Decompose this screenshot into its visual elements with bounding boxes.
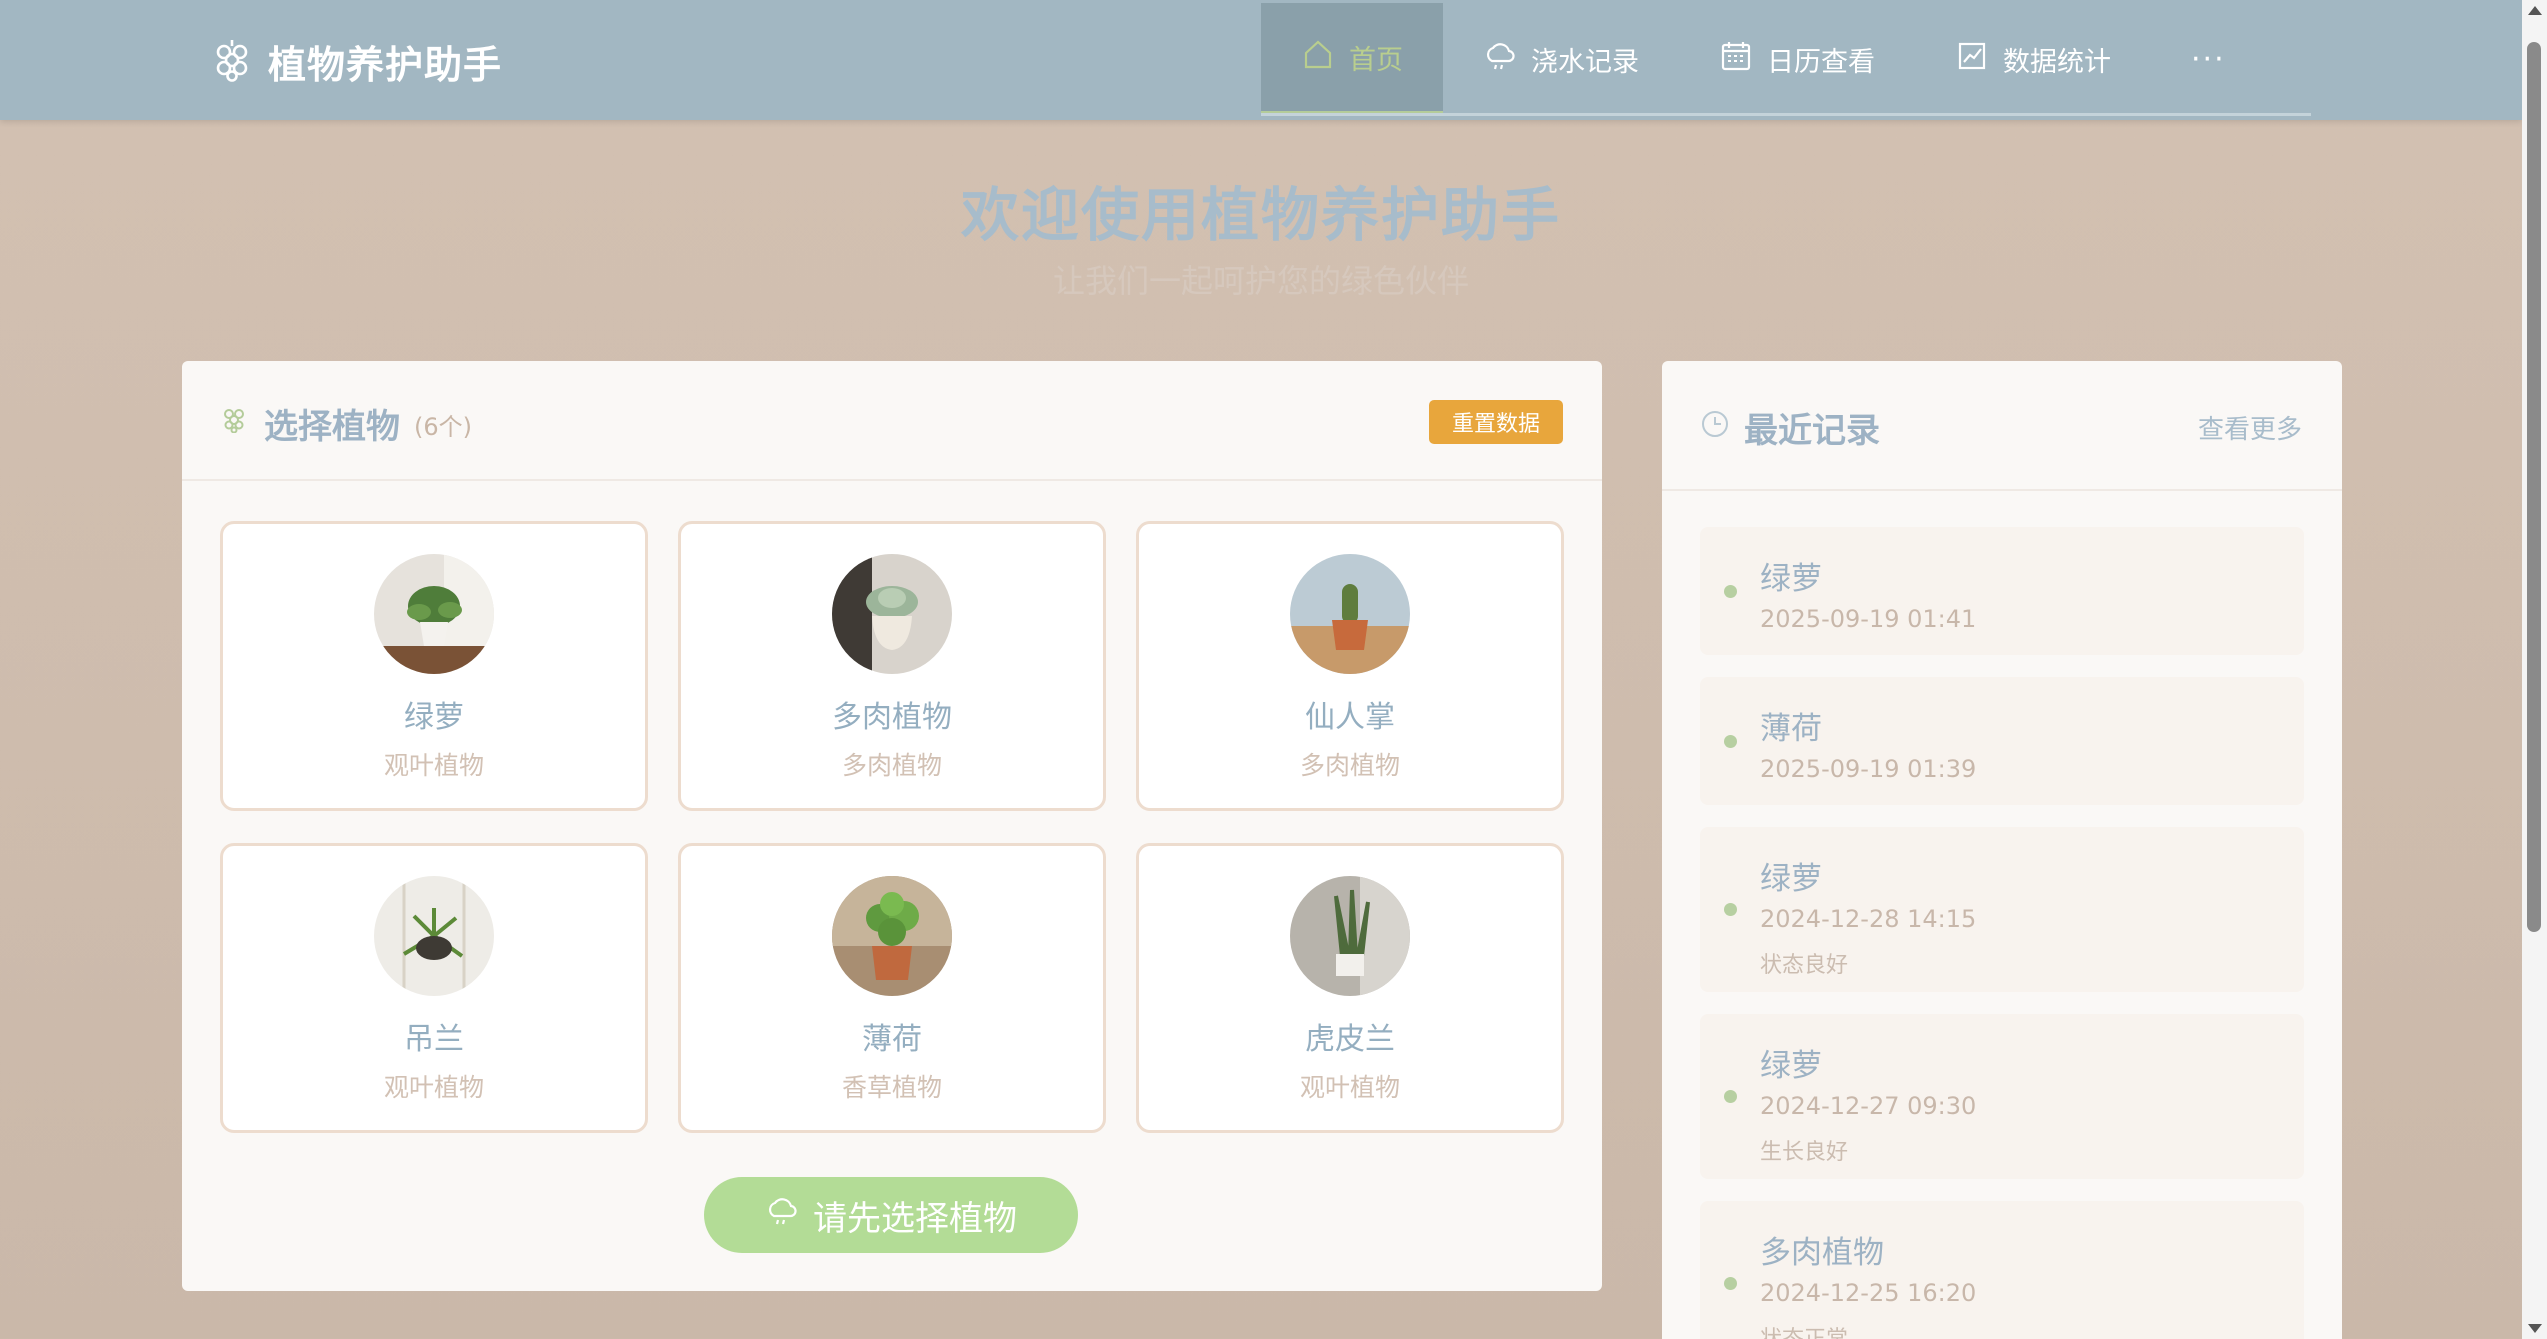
plant-name: 虎皮兰 (1305, 1022, 1395, 1057)
hero-subtitle: 让我们一起呵护您的绿色伙伴 (1052, 262, 1469, 300)
hero-title: 欢迎使用植物养护助手 (960, 181, 1561, 249)
grape-icon (210, 38, 254, 86)
nav-statistics[interactable]: 数据统计 (1915, 3, 2151, 115)
record-date: 2025-09-19 01:39 (1760, 755, 1977, 783)
clock-icon (1700, 409, 1730, 439)
more-menu-button[interactable]: ··· (2151, 3, 2266, 115)
recent-records-panel: 最近记录 查看更多 绿萝 2025-09-19 01:41 薄荷 2025-09… (1662, 361, 2342, 1339)
plant-selection-panel: 选择植物 (6个) 重置数据 绿萝 观叶植物 多肉植物 多肉植物 仙人掌 多肉植 (182, 361, 1602, 1291)
plant-name: 薄荷 (862, 1022, 922, 1057)
plant-type: 多肉植物 (1299, 751, 1400, 780)
plant-card[interactable]: 虎皮兰 观叶植物 (1136, 843, 1564, 1133)
record-list: 绿萝 2025-09-19 01:41 薄荷 2025-09-19 01:39 … (1700, 527, 2304, 1339)
record-item[interactable]: 薄荷 2025-09-19 01:39 (1700, 677, 2304, 805)
app-title: 植物养护助手 (268, 43, 503, 87)
chart-icon (1955, 39, 1989, 80)
reset-data-button[interactable]: 重置数据 (1429, 400, 1563, 444)
nav-watering-records[interactable]: 浇水记录 (1443, 3, 1679, 115)
record-date: 2024-12-27 09:30 (1760, 1092, 1977, 1120)
plant-name: 绿萝 (404, 700, 464, 735)
record-note: 状态良好 (1760, 953, 1849, 978)
nav-calendar-label: 日历查看 (1767, 46, 1875, 78)
plant-name: 多肉植物 (832, 700, 952, 735)
page-scrollbar[interactable] (2522, 0, 2547, 1339)
record-date: 2024-12-25 16:20 (1760, 1279, 1977, 1307)
plant-photo (374, 876, 494, 996)
grape-icon (220, 405, 248, 434)
nav-home[interactable]: 首页 (1261, 3, 1443, 115)
plant-type: 香草植物 (841, 1073, 942, 1102)
plant-photo (832, 876, 952, 996)
plant-count: (6个) (414, 413, 472, 441)
nav-watering-label: 浇水记录 (1531, 46, 1639, 78)
record-plant-name: 多肉植物 (1760, 1235, 1884, 1271)
record-date: 2025-09-19 01:41 (1760, 605, 1977, 633)
panel-title: 选择植物 (264, 407, 400, 447)
scroll-thumb[interactable] (2527, 42, 2541, 932)
plant-card[interactable]: 薄荷 香草植物 (678, 843, 1106, 1133)
record-plant-name: 薄荷 (1760, 711, 1822, 747)
recent-header: 最近记录 查看更多 (1662, 361, 2342, 491)
nav-home-label: 首页 (1349, 44, 1403, 76)
plant-type: 观叶植物 (383, 751, 484, 780)
rain-cloud-icon (1483, 39, 1517, 80)
nav-underline (1261, 113, 2311, 116)
record-note: 状态正常 (1760, 1321, 1848, 1339)
plant-card[interactable]: 多肉植物 多肉植物 (678, 521, 1106, 811)
plant-grid: 绿萝 观叶植物 多肉植物 多肉植物 仙人掌 多肉植物 吊兰 观叶植物 薄荷 香草… (220, 521, 1564, 1133)
plant-type: 多肉植物 (841, 751, 942, 780)
nav-statistics-label: 数据统计 (2003, 46, 2111, 78)
record-plant-name: 绿萝 (1760, 1048, 1822, 1084)
record-item[interactable]: 多肉植物 2024-12-25 16:20 状态正常 (1700, 1201, 2304, 1339)
main-nav: 首页 浇水记录 日历查看 数据统计 ··· (1261, 3, 2266, 115)
scroll-down-arrow-icon[interactable] (2528, 1324, 2542, 1333)
record-note: 生长良好 (1760, 1140, 1849, 1165)
status-dot (1724, 903, 1737, 916)
recent-title: 最近记录 (1744, 411, 1880, 451)
panel-header: 选择植物 (6个) 重置数据 (182, 361, 1602, 481)
record-item[interactable]: 绿萝 2025-09-19 01:41 (1700, 527, 2304, 655)
plant-name: 吊兰 (404, 1022, 464, 1057)
record-item[interactable]: 绿萝 2024-12-28 14:15 状态良好 (1700, 827, 2304, 992)
calendar-icon (1719, 39, 1753, 80)
top-navbar: 植物养护助手 首页 浇水记录 日历查看 数据统计 ··· (0, 0, 2522, 120)
nav-calendar[interactable]: 日历查看 (1679, 3, 1915, 115)
brand[interactable]: 植物养护助手 (210, 34, 502, 89)
plant-card[interactable]: 吊兰 观叶植物 (220, 843, 648, 1133)
plant-photo (1290, 876, 1410, 996)
status-dot (1724, 735, 1737, 748)
view-more-link[interactable]: 查看更多 (2198, 409, 2302, 446)
plant-type: 观叶植物 (383, 1073, 484, 1102)
water-plant-button[interactable]: 请先选择植物 (704, 1177, 1078, 1253)
record-date: 2024-12-28 14:15 (1760, 905, 1977, 933)
plant-photo (1290, 554, 1410, 674)
plant-photo (374, 554, 494, 674)
status-dot (1724, 1090, 1737, 1103)
rain-cloud-icon (765, 1194, 799, 1237)
scroll-up-arrow-icon[interactable] (2528, 6, 2542, 15)
record-plant-name: 绿萝 (1760, 561, 1822, 597)
record-plant-name: 绿萝 (1760, 861, 1822, 897)
status-dot (1724, 585, 1737, 598)
plant-photo (832, 554, 952, 674)
plant-card[interactable]: 绿萝 观叶植物 (220, 521, 648, 811)
plant-name: 仙人掌 (1305, 700, 1395, 735)
water-button-label: 请先选择植物 (813, 1198, 1017, 1239)
status-dot (1724, 1277, 1737, 1290)
plant-type: 观叶植物 (1299, 1073, 1400, 1102)
record-item[interactable]: 绿萝 2024-12-27 09:30 生长良好 (1700, 1014, 2304, 1179)
home-icon (1301, 37, 1335, 78)
plant-card[interactable]: 仙人掌 多肉植物 (1136, 521, 1564, 811)
